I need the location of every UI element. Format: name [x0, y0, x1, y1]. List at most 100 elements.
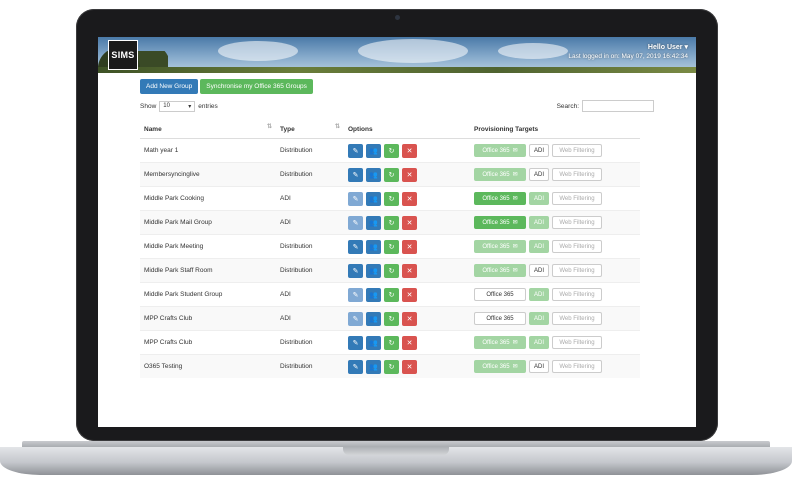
sync-button[interactable]: ↻: [384, 287, 399, 302]
sync-button[interactable]: ↻: [384, 311, 399, 326]
members-button[interactable]: 👥: [366, 263, 381, 278]
sync-button[interactable]: ↻: [384, 167, 399, 182]
members-button[interactable]: 👥: [366, 215, 381, 230]
adi-target-button[interactable]: ADI: [529, 288, 549, 301]
sims-logo[interactable]: SIMS: [108, 40, 138, 70]
sync-office365-button[interactable]: Synchronise my Office 365 Groups: [200, 79, 313, 94]
group-type: Distribution: [280, 147, 313, 154]
search-input[interactable]: [582, 100, 654, 112]
office365-target-button[interactable]: Office 365 ✉: [474, 216, 526, 229]
sync-button[interactable]: ↻: [384, 239, 399, 254]
web-filtering-target-button[interactable]: Web Filtering: [552, 312, 602, 325]
office365-target-button[interactable]: Office 365: [474, 288, 526, 301]
members-button[interactable]: 👥: [366, 311, 381, 326]
members-button[interactable]: 👥: [366, 359, 381, 374]
adi-target-button[interactable]: ADI: [529, 336, 549, 349]
edit-button[interactable]: ✎: [348, 335, 363, 350]
delete-button[interactable]: ✕: [402, 359, 417, 374]
targets-cell: Office 365 ✉ ADI Web Filtering: [470, 234, 640, 259]
sync-button[interactable]: ↻: [384, 263, 399, 278]
refresh-icon: ↻: [388, 171, 395, 179]
web-filtering-target-button[interactable]: Web Filtering: [552, 264, 602, 277]
options-cell: ✎ 👥 ↻ ✕: [344, 354, 470, 378]
members-button[interactable]: 👥: [366, 335, 381, 350]
delete-button[interactable]: ✕: [402, 239, 417, 254]
delete-button[interactable]: ✕: [402, 263, 417, 278]
edit-button[interactable]: ✎: [348, 239, 363, 254]
options-cell: ✎ 👥 ↻ ✕: [344, 330, 470, 355]
adi-target-button[interactable]: ADI: [529, 216, 549, 229]
web-filtering-target-button[interactable]: Web Filtering: [552, 336, 602, 349]
web-filtering-target-button[interactable]: Web Filtering: [552, 144, 602, 157]
group-type: Distribution: [280, 243, 313, 250]
members-button[interactable]: 👥: [366, 143, 381, 158]
delete-button[interactable]: ✕: [402, 287, 417, 302]
edit-button[interactable]: ✎: [348, 215, 363, 230]
members-button[interactable]: 👥: [366, 239, 381, 254]
sync-button[interactable]: ↻: [384, 359, 399, 374]
sync-button[interactable]: ↻: [384, 335, 399, 350]
delete-button[interactable]: ✕: [402, 335, 417, 350]
office365-target-button[interactable]: Office 365 ✉: [474, 264, 526, 277]
row-options: ✎ 👥 ↻ ✕: [348, 239, 466, 254]
sync-button[interactable]: ↻: [384, 215, 399, 230]
office365-target-button[interactable]: Office 365 ✉: [474, 144, 526, 157]
adi-target-button[interactable]: ADI: [529, 192, 549, 205]
adi-target-button[interactable]: ADI: [529, 312, 549, 325]
web-filtering-target-button[interactable]: Web Filtering: [552, 240, 602, 253]
edit-button[interactable]: ✎: [348, 311, 363, 326]
office365-target-button[interactable]: Office 365 ✉: [474, 336, 526, 349]
edit-button[interactable]: ✎: [348, 143, 363, 158]
users-icon: 👥: [369, 291, 378, 299]
table-row: Membersyncinglive Distribution ✎ 👥 ↻ ✕ O…: [140, 162, 640, 187]
delete-button[interactable]: ✕: [402, 191, 417, 206]
edit-button[interactable]: ✎: [348, 263, 363, 278]
web-filtering-target-button[interactable]: Web Filtering: [552, 192, 602, 205]
web-filtering-target-button[interactable]: Web Filtering: [552, 288, 602, 301]
adi-target-button[interactable]: ADI: [529, 360, 549, 373]
delete-button[interactable]: ✕: [402, 215, 417, 230]
add-new-group-button[interactable]: Add New Group: [140, 79, 199, 94]
column-header-options: Options: [344, 120, 470, 139]
user-menu[interactable]: Hello User ▾: [568, 43, 688, 52]
office365-target-button[interactable]: Office 365 ✉: [474, 192, 526, 205]
group-type-cell: ADI: [276, 210, 344, 235]
provisioning-targets: Office 365 ✉ ADI Web Filtering: [474, 144, 636, 157]
web-filtering-target-button[interactable]: Web Filtering: [552, 168, 602, 181]
group-name: Membersyncinglive: [144, 171, 200, 178]
edit-button[interactable]: ✎: [348, 167, 363, 182]
column-header-name[interactable]: Name ⇅: [140, 120, 276, 139]
office365-target-button[interactable]: Office 365 ✉: [474, 168, 526, 181]
adi-target-button[interactable]: ADI: [529, 168, 549, 181]
app-screen: SIMS Hello User ▾ Last logged in on: May…: [98, 37, 696, 427]
members-button[interactable]: 👥: [366, 167, 381, 182]
adi-target-button[interactable]: ADI: [529, 144, 549, 157]
delete-button[interactable]: ✕: [402, 143, 417, 158]
envelope-icon: ✉: [512, 220, 518, 226]
targets-cell: Office 365 ADI Web Filtering: [470, 282, 640, 307]
edit-button[interactable]: ✎: [348, 191, 363, 206]
office365-target-button[interactable]: Office 365: [474, 312, 526, 325]
table-row: Middle Park Meeting Distribution ✎ 👥 ↻ ✕…: [140, 234, 640, 259]
office365-target-button[interactable]: Office 365 ✉: [474, 360, 526, 373]
web-filtering-target-button[interactable]: Web Filtering: [552, 360, 602, 373]
group-name-cell: Middle Park Cooking: [140, 186, 276, 211]
adi-target-button[interactable]: ADI: [529, 264, 549, 277]
options-cell: ✎ 👥 ↻ ✕: [344, 306, 470, 331]
group-type-cell: ADI: [276, 186, 344, 211]
office365-target-button[interactable]: Office 365 ✉: [474, 240, 526, 253]
members-button[interactable]: 👥: [366, 191, 381, 206]
sync-button[interactable]: ↻: [384, 191, 399, 206]
delete-button[interactable]: ✕: [402, 311, 417, 326]
entries-select[interactable]: 10 ▾: [159, 100, 196, 112]
web-filtering-target-button[interactable]: Web Filtering: [552, 216, 602, 229]
sync-button[interactable]: ↻: [384, 143, 399, 158]
column-header-type[interactable]: Type ⇅: [276, 120, 344, 139]
close-icon: ✕: [406, 147, 413, 155]
row-options: ✎ 👥 ↻ ✕: [348, 263, 466, 278]
adi-target-button[interactable]: ADI: [529, 240, 549, 253]
members-button[interactable]: 👥: [366, 287, 381, 302]
delete-button[interactable]: ✕: [402, 167, 417, 182]
edit-button[interactable]: ✎: [348, 287, 363, 302]
edit-button[interactable]: ✎: [348, 359, 363, 374]
